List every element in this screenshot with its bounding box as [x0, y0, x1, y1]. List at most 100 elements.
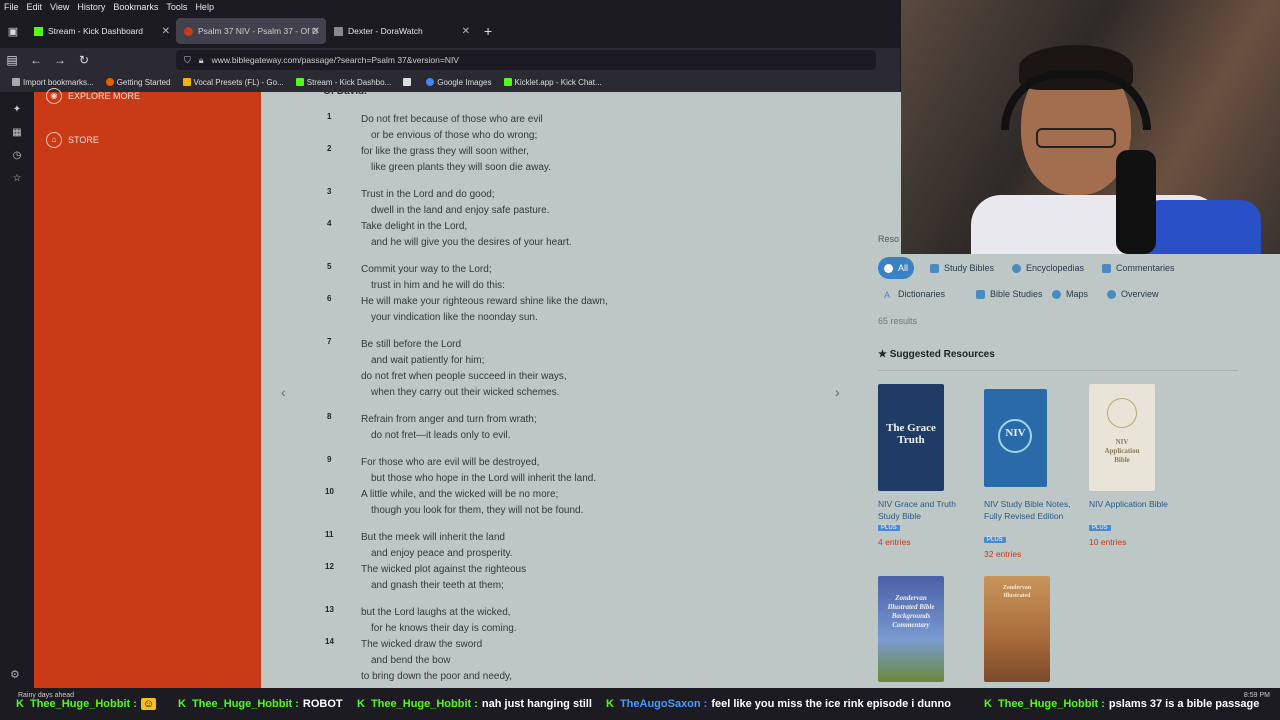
bookmark-icon[interactable]: ☆ [0, 173, 34, 184]
verse-number: 9 [327, 455, 332, 464]
menu-bookmarks[interactable]: Bookmarks [113, 2, 158, 12]
entries-link[interactable]: 4 entries [878, 537, 911, 547]
book-cover-grace-truth[interactable]: The Grace Truth [878, 384, 944, 491]
book-title[interactable]: NIV Application Bible [1089, 498, 1169, 510]
bookmark-import[interactable]: Import bookmarks... [12, 78, 94, 87]
verse-number: 10 [325, 487, 334, 496]
page-icon [334, 26, 343, 36]
store-link[interactable]: ⌂ STORE [46, 132, 99, 148]
filter-bible-studies[interactable]: Bible Studies [970, 283, 1049, 305]
chat-message: K Thee_Huge_Hobbit : ☺ [16, 698, 157, 710]
filter-dictionaries[interactable]: A Dictionaries [878, 283, 951, 305]
tab-label: Dexter - DoraWatch [348, 26, 423, 36]
tab-dorawatch[interactable]: Dexter - DoraWatch ✕ [326, 18, 476, 44]
verse-number: 4 [327, 219, 332, 228]
reload-icon[interactable]: ↻ [72, 53, 96, 67]
close-icon[interactable]: ✕ [162, 26, 170, 37]
filter-study-bibles[interactable]: Study Bibles [924, 257, 1000, 279]
menu-tools[interactable]: Tools [166, 2, 187, 12]
bookmark-s[interactable] [403, 78, 414, 86]
verse-line: A little while, and the wicked will be n… [361, 489, 559, 500]
passage-heading: Of David. [323, 86, 367, 97]
bookmark-getting-started[interactable]: Getting Started [105, 78, 171, 87]
tab-kick-dashboard[interactable]: Stream - Kick Dashboard ✕ [26, 18, 176, 44]
book-cover-niv-study[interactable]: NIV [984, 389, 1047, 487]
chat-message: K Thee_Huge_Hobbit : ROBOT [178, 698, 343, 710]
kick-icon [503, 78, 512, 86]
verse-number: 1 [327, 112, 332, 121]
verse-line: Refrain from anger and turn from wrath; [361, 414, 537, 425]
menu-help[interactable]: Help [195, 2, 214, 12]
verse-line: and wait patiently for him; [371, 355, 485, 366]
history-icon[interactable]: ◷ [0, 150, 34, 161]
menu-history[interactable]: History [77, 2, 105, 12]
url-bar[interactable]: ⛉ 🔒︎ www.biblegateway.com/passage/?searc… [176, 50, 876, 70]
kick-icon [34, 26, 43, 36]
book-title[interactable]: NIV Study Bible Notes, Fully Revised Edi… [984, 498, 1074, 522]
dictionary-icon: A [884, 289, 891, 300]
filter-maps[interactable]: Maps [1046, 283, 1094, 305]
kick-icon: K [178, 698, 186, 710]
tab-label: Psalm 37 NIV - Psalm 37 - Of D [198, 26, 318, 36]
bookmark-vocal-presets[interactable]: Vocal Presets (FL) - Go... [182, 78, 284, 87]
verse-line: do not fret when people succeed in their… [361, 371, 567, 382]
study-icon [976, 289, 985, 299]
entries-link[interactable]: 32 entries [984, 549, 1021, 559]
resources-label: Reso [878, 234, 900, 244]
verse-number: 11 [325, 530, 334, 539]
browser-sidebar: ✦ ▦ ◷ ☆ [0, 92, 34, 688]
book-cover-zondervan-commentary[interactable]: Zondervan Illustrated Bible Backgrounds … [878, 576, 944, 682]
glasses [1036, 128, 1116, 148]
book-title[interactable]: NIV Grace and Truth Study Bible [878, 498, 968, 522]
plus-badge: PLUS [878, 525, 900, 531]
verse-number: 7 [327, 337, 332, 346]
overview-icon [1107, 289, 1116, 299]
bookmark-kicklet[interactable]: Kicklet.app - Kick Chat... [503, 78, 602, 87]
store-icon: ⌂ [46, 132, 62, 148]
suggested-resources-heading: ★ Suggested Resources [878, 349, 995, 360]
drive-icon [182, 78, 191, 86]
tab-overview-icon[interactable]: ▣ [0, 25, 26, 38]
filter-overview[interactable]: Overview [1101, 283, 1165, 305]
verse-number: 6 [327, 294, 332, 303]
shield-icon[interactable]: ⛉ [184, 55, 191, 66]
new-tab-icon[interactable]: + [484, 23, 492, 39]
tabs-icon[interactable]: ▦ [0, 127, 34, 138]
cover-text: The Grace Truth [886, 422, 936, 446]
menu-edit[interactable]: Edit [27, 2, 43, 12]
filter-all[interactable]: All [878, 257, 915, 279]
sidebar-toggle-icon[interactable]: ▤ [0, 53, 24, 67]
close-icon[interactable]: ✕ [462, 26, 470, 37]
verse-line: Do not fret because of those who are evi… [361, 114, 543, 125]
verse-line: trust in him and he will do this: [371, 280, 505, 291]
check-icon [884, 263, 893, 273]
ai-icon[interactable]: ✦ [0, 104, 34, 115]
verse-line: But the meek will inherit the land [361, 532, 505, 543]
book-cover-niv-application[interactable]: NIV Application Bible [1089, 384, 1155, 491]
plus-badge: PLUS [984, 537, 1006, 543]
back-icon[interactable]: ← [24, 53, 48, 67]
prev-chapter-icon[interactable]: ‹ [281, 384, 286, 400]
settings-gear-icon[interactable]: ⚙ [10, 668, 20, 681]
bookmark-google-images[interactable]: Google Images [426, 78, 492, 87]
next-chapter-icon[interactable]: › [835, 384, 840, 400]
menu-file[interactable]: File [4, 2, 19, 12]
passage-content: Of David. ‹ › 1 Do not fret because of th… [261, 86, 901, 688]
menu-view[interactable]: View [50, 2, 69, 12]
s-icon [403, 78, 412, 86]
entries-link[interactable]: 10 entries [1089, 537, 1126, 547]
tab-psalm[interactable]: Psalm 37 NIV - Psalm 37 - Of D ✕ [176, 18, 326, 44]
verse-number: 14 [325, 637, 334, 646]
close-icon[interactable]: ✕ [312, 26, 320, 37]
explore-more-link[interactable]: ◉ EXPLORE MORE [46, 88, 140, 104]
forward-icon[interactable]: → [48, 53, 72, 67]
lock-icon[interactable]: 🔒︎ [199, 55, 204, 66]
verse-line: your vindication like the noonday sun. [371, 312, 538, 323]
verse-line: dwell in the land and enjoy safe pasture… [371, 205, 550, 216]
divider [878, 370, 1238, 371]
filter-commentaries[interactable]: Commentaries [1096, 257, 1181, 279]
verse-line: Take delight in the Lord, [361, 221, 468, 232]
kick-icon: K [357, 698, 365, 710]
filter-encyclopedias[interactable]: Encyclopedias [1006, 257, 1090, 279]
book-cover-zondervan-illustrated[interactable]: Zondervan Illustrated [984, 576, 1050, 682]
